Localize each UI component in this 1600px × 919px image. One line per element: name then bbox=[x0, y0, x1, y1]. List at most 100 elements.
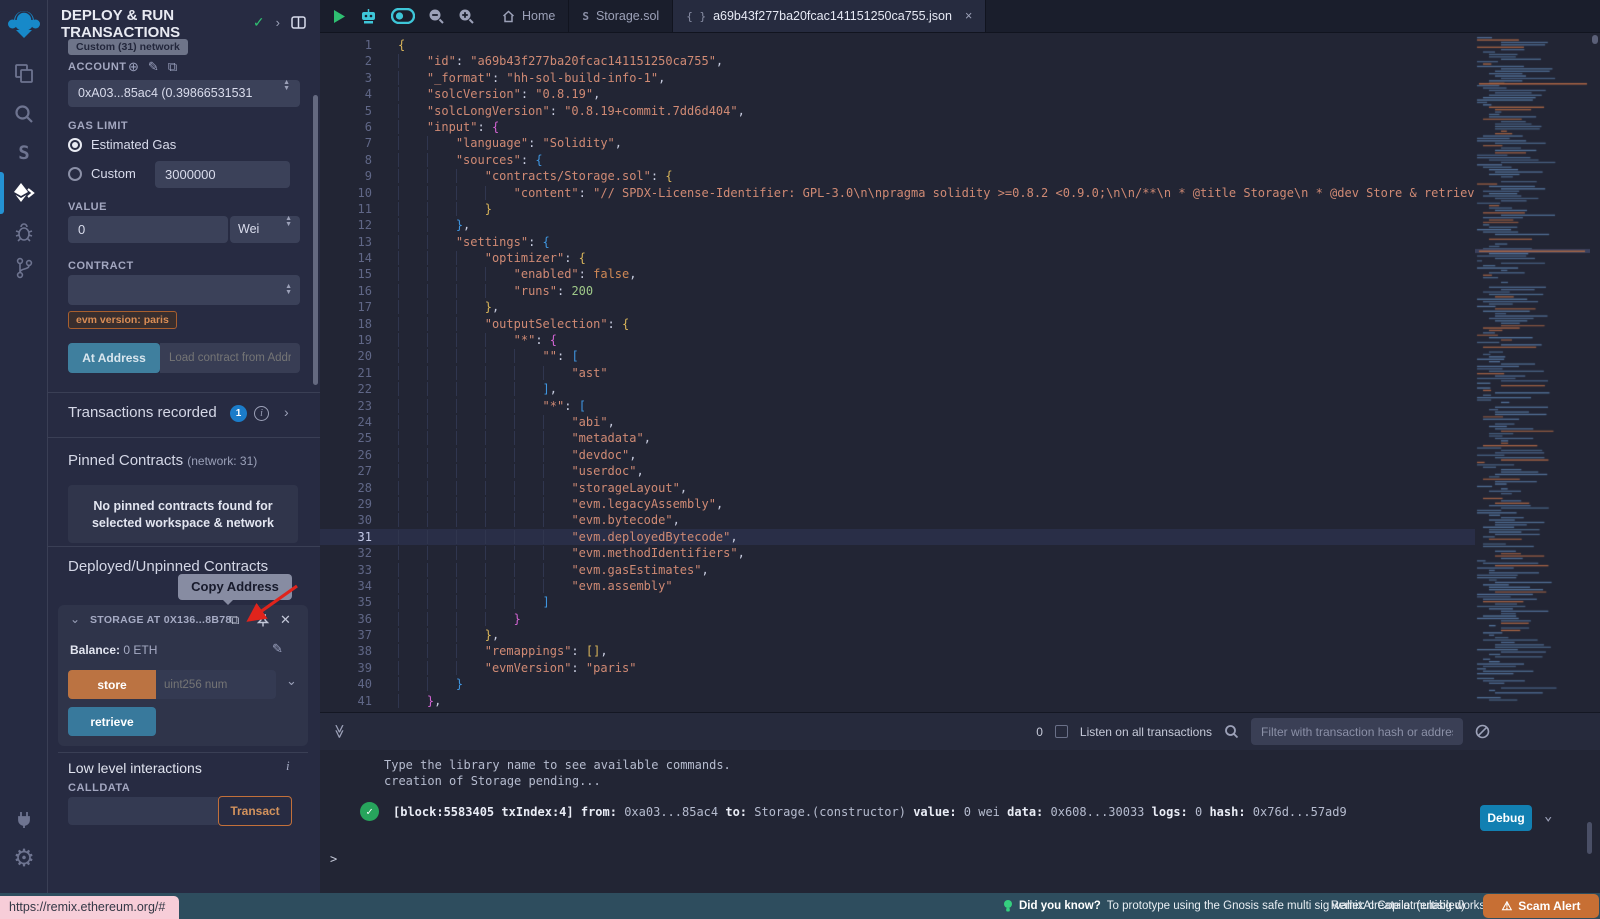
edit-balance-icon[interactable]: ✎ bbox=[272, 641, 283, 657]
zoom-out-icon[interactable] bbox=[428, 8, 445, 25]
panel-scrollbar[interactable] bbox=[313, 95, 318, 385]
deploy-run-icon[interactable] bbox=[0, 181, 48, 205]
account-select[interactable]: 0xA03...85ac4 (0.39866531531 ▲▼ bbox=[68, 80, 300, 107]
stepper-icon: ▲▼ bbox=[285, 216, 292, 243]
code-line: 33 "evm.gasEstimates", bbox=[320, 562, 1475, 578]
status-bar: Did you know? To prototype using the Gno… bbox=[0, 893, 1600, 919]
editor-scrollbar[interactable] bbox=[1592, 35, 1598, 44]
code-line: 37 }, bbox=[320, 627, 1475, 643]
remix-logo-icon[interactable] bbox=[0, 6, 48, 42]
edit-account-icon[interactable]: ✎ bbox=[148, 59, 159, 75]
panel-forward-icon[interactable]: › bbox=[276, 15, 280, 30]
editor-tabbar: Home S Storage.sol { } a69b43f277ba20fca… bbox=[320, 0, 1600, 33]
code-line: 38 "remappings": [], bbox=[320, 643, 1475, 659]
balance-row: Balance: 0 ETH bbox=[70, 643, 157, 657]
code-line: 10 "content": "// SPDX-License-Identifie… bbox=[320, 185, 1475, 201]
contract-instance-label[interactable]: STORAGE AT 0X136...8B78 bbox=[90, 614, 232, 626]
listen-checkbox[interactable] bbox=[1055, 725, 1068, 738]
filter-input[interactable] bbox=[1251, 718, 1463, 745]
terminal-scrollbar[interactable] bbox=[1587, 822, 1592, 854]
code-line: 8 "sources": { bbox=[320, 152, 1475, 168]
transactions-recorded-title[interactable]: Transactions recorded bbox=[68, 404, 217, 421]
code-line: 41 }, bbox=[320, 693, 1475, 709]
zoom-in-icon[interactable] bbox=[458, 8, 475, 25]
code-line: 15 "enabled": false, bbox=[320, 266, 1475, 282]
custom-gas-input[interactable] bbox=[155, 161, 290, 188]
plugin-manager-icon[interactable] bbox=[0, 808, 48, 830]
at-address-button[interactable]: At Address bbox=[68, 343, 160, 373]
editor-area: Home S Storage.sol { } a69b43f277ba20fca… bbox=[320, 0, 1600, 893]
panel-title: DEPLOY & RUN TRANSACTIONS bbox=[61, 7, 241, 41]
braces-icon: { } bbox=[686, 10, 706, 23]
code-line: 13 "settings": { bbox=[320, 234, 1475, 250]
tab-build-info-json[interactable]: { } a69b43f277ba20fcac141151250ca755.jso… bbox=[673, 0, 986, 32]
code-line: 32 "evm.methodIdentifiers", bbox=[320, 545, 1475, 561]
add-account-icon[interactable]: ⊕ bbox=[128, 59, 139, 75]
contract-select[interactable]: ▲▼ bbox=[68, 275, 300, 305]
search-icon[interactable] bbox=[0, 103, 48, 125]
search-icon[interactable] bbox=[1224, 724, 1239, 739]
deploy-run-panel: DEPLOY & RUN TRANSACTIONS ✓ › Custom (31… bbox=[48, 0, 320, 893]
copilot-status[interactable]: RemixAI Copilot (enabled) bbox=[1331, 893, 1465, 919]
settings-gear-icon[interactable]: ⚙ bbox=[0, 844, 48, 873]
gas-limit-label: GAS LIMIT bbox=[68, 120, 128, 132]
expand-transactions-icon[interactable]: › bbox=[284, 404, 289, 420]
info-icon[interactable]: i bbox=[254, 406, 269, 421]
custom-gas-radio[interactable]: Custom bbox=[68, 166, 136, 181]
store-button[interactable]: store bbox=[68, 670, 156, 699]
compile-success-check-icon: ✓ bbox=[253, 14, 265, 31]
code-line: 20 "": [ bbox=[320, 348, 1475, 364]
tx-log-line[interactable]: [block:5583405 txIndex:4] from: 0xa03...… bbox=[393, 805, 1347, 819]
code-line: 4 "solcVersion": "0.8.19", bbox=[320, 86, 1475, 102]
copy-account-icon[interactable]: ⧉ bbox=[168, 59, 177, 75]
file-explorer-icon[interactable] bbox=[0, 62, 48, 84]
clear-console-icon[interactable] bbox=[1475, 724, 1490, 739]
pin-panel-icon[interactable] bbox=[291, 16, 306, 29]
remix-ide-window: S ⚙ DEPLOY & RUN TRANSACTIONS ✓ › Custom… bbox=[0, 0, 1600, 919]
close-tab-icon[interactable]: × bbox=[965, 9, 972, 23]
debugger-icon[interactable] bbox=[0, 221, 48, 243]
stepper-icon: ▲▼ bbox=[283, 80, 290, 107]
debug-button[interactable]: Debug bbox=[1480, 805, 1532, 831]
code-line: 39 "evmVersion": "paris" bbox=[320, 660, 1475, 676]
run-script-play-icon[interactable] bbox=[332, 9, 346, 24]
value-label: VALUE bbox=[68, 201, 107, 213]
calldata-input[interactable] bbox=[68, 797, 218, 825]
info-icon[interactable]: i bbox=[286, 758, 290, 774]
minimap[interactable] bbox=[1475, 33, 1590, 712]
calldata-label: CALLDATA bbox=[68, 782, 130, 794]
estimated-gas-radio[interactable]: Estimated Gas bbox=[68, 137, 176, 152]
code-line: 40 } bbox=[320, 676, 1475, 692]
retrieve-button[interactable]: retrieve bbox=[68, 707, 156, 736]
terminal[interactable]: Type the library name to see available c… bbox=[320, 750, 1600, 893]
collapse-terminal-icon[interactable]: ≫ bbox=[331, 724, 348, 739]
scam-alert-button[interactable]: ⚠ Scam Alert bbox=[1483, 894, 1599, 918]
code-line: 29 "evm.legacyAssembly", bbox=[320, 496, 1475, 512]
terminal-prompt: > bbox=[330, 852, 337, 866]
code-line: 6 "input": { bbox=[320, 119, 1475, 135]
account-label: ACCOUNT bbox=[68, 61, 127, 73]
code-line: 25 "metadata", bbox=[320, 430, 1475, 446]
transact-button[interactable]: Transact bbox=[218, 796, 292, 826]
collapse-chevron-icon[interactable]: ⌄ bbox=[70, 612, 80, 626]
ai-robot-icon[interactable] bbox=[359, 7, 378, 25]
value-unit-select[interactable]: Wei▲▼ bbox=[230, 216, 300, 243]
code-lines: 1{2 "id": "a69b43f277ba20fcac141151250ca… bbox=[320, 33, 1475, 712]
radio-icon bbox=[68, 167, 82, 181]
pinned-contracts-title: Pinned Contracts (network: 31) bbox=[68, 452, 257, 469]
value-input[interactable] bbox=[68, 216, 228, 243]
expand-args-chevron-icon[interactable]: ⌄ bbox=[286, 673, 297, 689]
code-editor[interactable]: 1{2 "id": "a69b43f277ba20fcac141151250ca… bbox=[320, 33, 1600, 712]
tab-home[interactable]: Home bbox=[489, 0, 569, 32]
solidity-compiler-icon[interactable]: S bbox=[0, 142, 48, 164]
store-arg-input[interactable] bbox=[156, 670, 276, 699]
expand-tx-chevron-icon[interactable]: ⌄ bbox=[1544, 808, 1552, 824]
code-line: 17 }, bbox=[320, 299, 1475, 315]
contract-label: CONTRACT bbox=[68, 260, 134, 272]
tab-storage-sol[interactable]: S Storage.sol bbox=[569, 0, 673, 32]
git-branch-icon[interactable] bbox=[0, 256, 48, 280]
copilot-toggle-icon[interactable] bbox=[391, 8, 415, 24]
code-line: 34 "evm.assembly" bbox=[320, 578, 1475, 594]
at-address-input[interactable] bbox=[160, 343, 300, 373]
code-line: 23 "*": [ bbox=[320, 398, 1475, 414]
